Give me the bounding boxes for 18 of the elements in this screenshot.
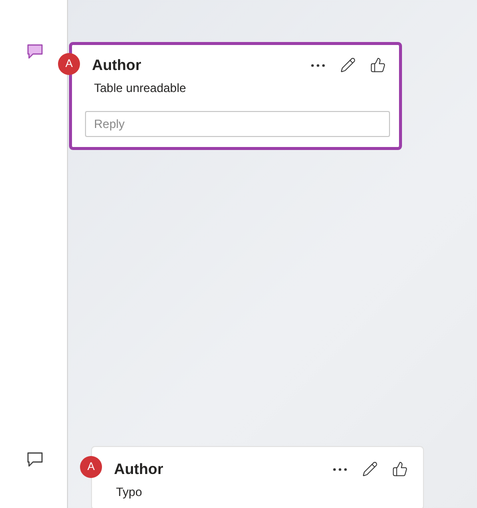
thumbs-up-icon xyxy=(392,461,408,477)
comment-text: Table unreadable xyxy=(94,81,188,95)
edit-button[interactable] xyxy=(339,56,357,74)
avatar: A xyxy=(80,456,102,478)
pencil-icon xyxy=(340,57,356,73)
comment-text: Typo xyxy=(116,485,144,499)
author-name: Author xyxy=(114,460,164,478)
thumbs-up-icon xyxy=(370,57,386,73)
more-icon xyxy=(311,64,325,66)
pencil-icon xyxy=(362,461,378,477)
like-button[interactable] xyxy=(391,460,409,478)
edit-button[interactable] xyxy=(361,460,379,478)
comment-icon[interactable] xyxy=(27,44,43,59)
comment-icon[interactable] xyxy=(27,452,43,467)
reply-field[interactable]: Reply xyxy=(85,111,390,137)
like-button[interactable] xyxy=(369,56,387,74)
more-icon xyxy=(333,468,347,470)
author-name: Author xyxy=(92,56,142,74)
